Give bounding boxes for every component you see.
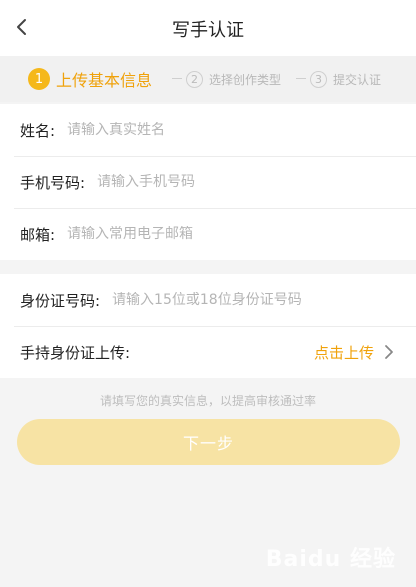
name-input[interactable] <box>67 122 416 138</box>
step-2: 2 选择创作类型 <box>186 56 281 102</box>
chevron-right-icon <box>385 345 393 359</box>
email-label: 邮箱: <box>20 225 56 244</box>
upload-button[interactable]: 点击上传 <box>314 326 396 378</box>
name-label: 姓名: <box>20 121 56 140</box>
page-title: 写手认证 <box>172 20 244 41</box>
step-separator <box>172 78 182 79</box>
phone-row: 手机号码: <box>0 156 416 208</box>
idcard-label: 身份证号码: <box>20 291 101 310</box>
step-2-label: 选择创作类型 <box>209 72 282 87</box>
step-separator <box>296 78 306 79</box>
idcard-input[interactable] <box>112 292 416 308</box>
next-button[interactable]: 下一步 <box>17 419 400 465</box>
step-3-label: 提交认证 <box>333 72 382 87</box>
step-3: 3 提交认证 <box>310 56 381 102</box>
name-row: 姓名: <box>0 104 416 156</box>
upload-action-label: 点击上传 <box>313 343 374 362</box>
step-progress: 1 上传基本信息 2 选择创作类型 3 提交认证 <box>0 56 416 102</box>
phone-label: 手机号码: <box>20 173 86 192</box>
email-input[interactable] <box>67 226 416 242</box>
basic-info-card: 姓名: 手机号码: 邮箱: <box>0 104 416 260</box>
step-1: 1 上传基本信息 <box>28 56 152 102</box>
step-2-number: 2 <box>186 70 203 88</box>
upload-label: 手持身份证上传: <box>20 343 131 362</box>
step-3-number: 3 <box>310 70 327 88</box>
nav-bar: 写手认证 <box>0 0 416 56</box>
email-row: 邮箱: <box>0 208 416 260</box>
phone-input[interactable] <box>97 174 416 190</box>
hint-text: 请填写您的真实信息，以提高审核通过率 <box>99 394 316 408</box>
step-1-label: 上传基本信息 <box>56 71 153 90</box>
watermark: Baidu 经验 <box>265 547 396 572</box>
id-info-card: 身份证号码: 手持身份证上传: 点击上传 <box>0 274 416 378</box>
step-1-number: 1 <box>28 68 50 90</box>
idcard-row: 身份证号码: <box>0 274 416 326</box>
